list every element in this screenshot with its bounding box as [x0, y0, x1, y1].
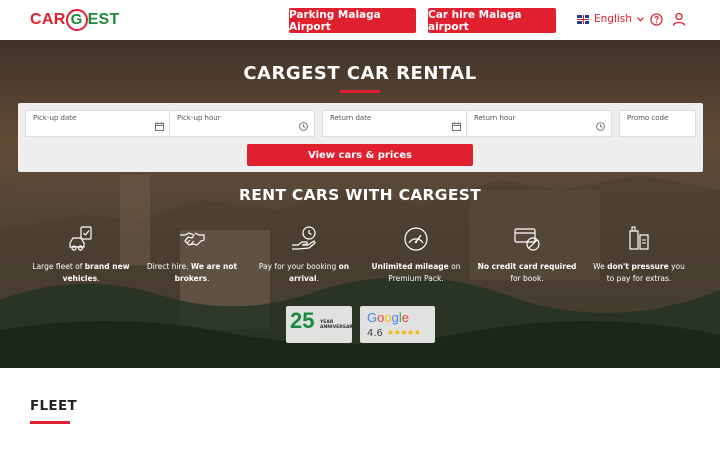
promo-code-label: Promo code	[627, 114, 669, 122]
anniversary-text: YEAR ANNIVERSARY	[320, 320, 356, 330]
pay-on-arrival-icon	[292, 226, 316, 250]
logo-car-text: CAR	[30, 11, 66, 28]
hero-section: CARGEST CAR RENTAL Pick-up date Pick-up …	[0, 40, 720, 368]
calendar-icon	[155, 122, 164, 131]
return-date-label: Return date	[330, 114, 372, 122]
google-rating-badge[interactable]: Google 4.6 ★★★★★	[360, 306, 435, 343]
logo-g-mark: G	[65, 9, 88, 31]
feature-bold-text: don't pressure	[607, 262, 669, 271]
feature-item: Large fleet of brand new vehicles.	[31, 225, 131, 285]
return-hour-field[interactable]: Return hour	[466, 110, 612, 137]
feature-text: We	[593, 262, 605, 271]
parking-malaga-airport-button[interactable]: Parking Malaga Airport	[289, 8, 416, 33]
user-icon[interactable]	[672, 12, 686, 26]
page-title: CARGEST CAR RENTAL	[243, 63, 477, 84]
chevron-down-icon	[636, 16, 644, 22]
pickup-date-label: Pick-up date	[33, 114, 77, 122]
booking-search-form: Pick-up date Pick-up hour Return date Re…	[18, 103, 703, 172]
return-hour-label: Return hour	[474, 114, 516, 122]
google-rating-value: 4.6	[367, 328, 383, 339]
feature-text-end: for book.	[510, 274, 544, 283]
calendar-icon	[452, 122, 461, 131]
logo-est-text: EST	[87, 11, 120, 28]
pickup-hour-field[interactable]: Pick-up hour	[169, 110, 315, 137]
google-logo: Google	[367, 310, 409, 325]
language-selector[interactable]: English	[577, 13, 644, 25]
feature-item: Direct hire. We are not brokers.	[142, 225, 242, 285]
feature-text: Direct hire.	[146, 262, 189, 271]
fleet-heading: FLEET	[30, 398, 77, 414]
language-label: English	[594, 13, 632, 25]
help-circle-icon[interactable]	[650, 13, 663, 26]
speedometer-icon	[404, 227, 428, 251]
feature-bold-text: No credit card required	[477, 262, 577, 271]
feature-bold-text: Unlimited mileage	[371, 262, 449, 271]
anniversary-number: 25	[290, 308, 315, 333]
return-date-field[interactable]: Return date	[322, 110, 468, 137]
no-pressure-icon	[629, 226, 649, 250]
promo-code-field[interactable]: Promo code	[619, 110, 696, 137]
feature-item: Pay for your booking on arrival.	[254, 225, 354, 285]
feature-item: Unlimited mileage on Premium Pack.	[366, 225, 466, 285]
feature-text: Pay for your booking	[258, 262, 337, 271]
feature-text: Large fleet of	[32, 262, 83, 271]
feature-item: We don't pressure you to pay for extras.	[589, 225, 689, 285]
handshake-icon	[180, 232, 205, 246]
title-underline	[340, 90, 380, 93]
fleet-underline	[30, 421, 70, 424]
no-credit-card-icon	[514, 228, 540, 251]
clock-icon	[596, 122, 605, 131]
car-hire-malaga-airport-button[interactable]: Car hire Malaga airport	[428, 8, 556, 33]
anniversary-badge: 25 YEAR ANNIVERSARY	[286, 306, 356, 343]
pickup-date-field[interactable]: Pick-up date	[25, 110, 171, 137]
feature-text-end: .	[316, 274, 319, 283]
rent-cars-heading: RENT CARS WITH CARGEST	[238, 186, 482, 204]
feature-item: No credit card required for book.	[477, 225, 577, 285]
uk-flag-icon	[577, 14, 589, 24]
pickup-hour-label: Pick-up hour	[177, 114, 221, 122]
star-rating-icon: ★★★★★	[387, 328, 421, 337]
feature-text-end: .	[206, 274, 210, 283]
site-header: CAR G EST Parking Malaga Airport Car hire …	[0, 0, 720, 40]
clock-icon	[299, 122, 308, 131]
cargest-logo[interactable]: CAR G EST	[30, 7, 120, 33]
view-cars-prices-button[interactable]: View cars & prices	[247, 144, 473, 166]
car-check-icon	[69, 226, 92, 251]
feature-text-end: .	[97, 274, 100, 283]
